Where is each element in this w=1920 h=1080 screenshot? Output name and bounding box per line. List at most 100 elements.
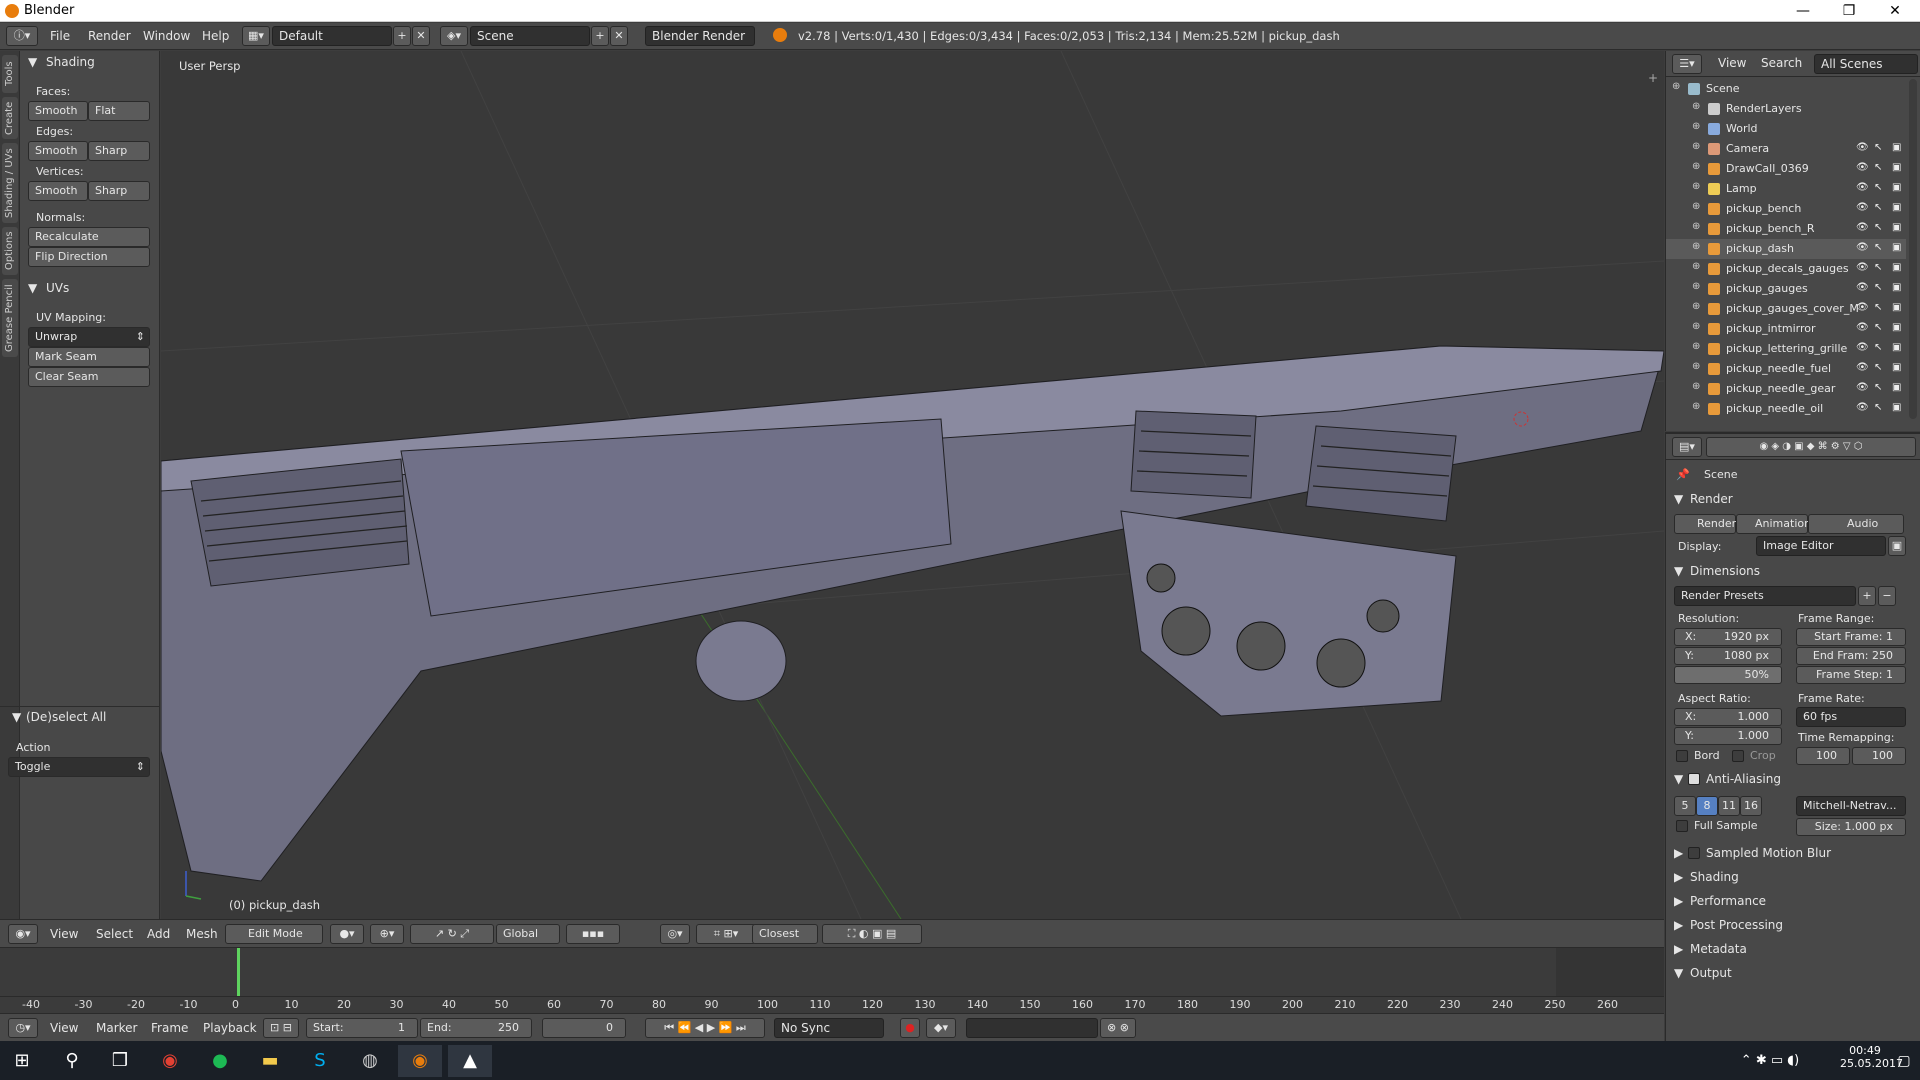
skype-icon[interactable]: S [298, 1045, 342, 1077]
notifications-icon[interactable]: ▢ [1888, 1045, 1920, 1077]
remap-new-field[interactable]: 100 [1852, 747, 1906, 765]
render-icon[interactable]: ▣ [1892, 242, 1901, 253]
animation-button[interactable]: Animation [1736, 514, 1811, 534]
remap-old-field[interactable]: 100 [1796, 747, 1850, 765]
context-tabs-icons[interactable]: ◉ ◈ ◑ ▣ ◆ ⌘ ⚙ ▽ ⬡ [1706, 437, 1916, 457]
expand-toggle-icon[interactable]: ⊕ [1692, 241, 1700, 252]
expand-toggle-icon[interactable]: ⊕ [1692, 221, 1700, 232]
screen-layout-icon[interactable]: ▦▾ [242, 26, 270, 46]
render-icon[interactable]: ▣ [1892, 382, 1901, 393]
render-icon[interactable]: ▣ [1892, 162, 1901, 173]
render-icon[interactable]: ▣ [1892, 142, 1901, 153]
add-layout-button[interactable]: + [393, 26, 411, 46]
outliner-row[interactable]: ⊕ pickup_needle_oil 👁 ↖ ▣ [1666, 399, 1906, 419]
cursor-icon[interactable]: ↖ [1874, 262, 1882, 273]
faces-smooth-button[interactable]: Smooth [28, 101, 88, 121]
audio-button[interactable]: Audio [1808, 514, 1904, 534]
post-processing-panel-title[interactable]: Post Processing [1690, 918, 1783, 932]
pivot-point-icon[interactable]: ⊕▾ [370, 924, 404, 944]
keying-set-icon[interactable]: ◆▾ [926, 1018, 956, 1038]
expand-toggle-icon[interactable]: ⊕ [1692, 101, 1700, 112]
vertices-smooth-button[interactable]: Smooth [28, 181, 88, 201]
cursor-icon[interactable]: ↖ [1874, 382, 1882, 393]
resolution-y-field[interactable]: Y: 1080 px [1674, 647, 1782, 665]
outliner-row[interactable]: ⊕ pickup_gauges_cover_M 👁 ↖ ▣ [1666, 299, 1906, 319]
aa-5-button[interactable]: 5 [1674, 796, 1696, 816]
eye-icon[interactable]: 👁 [1856, 302, 1869, 313]
frame-step-field[interactable]: Frame Step: 1 [1796, 666, 1906, 684]
dimensions-panel-arrow[interactable]: ▼ [1674, 564, 1683, 578]
expand-toggle-icon[interactable]: ⊕ [1692, 261, 1700, 272]
resolution-percent-field[interactable]: 50% [1674, 666, 1782, 684]
border-checkbox[interactable] [1676, 750, 1688, 762]
eye-icon[interactable]: 👁 [1856, 222, 1869, 233]
post-processing-panel-arrow[interactable]: ▶ [1674, 918, 1683, 932]
vertices-sharp-button[interactable]: Sharp [88, 181, 150, 201]
cursor-icon[interactable]: ↖ [1874, 362, 1882, 373]
minimize-button[interactable]: — [1780, 0, 1826, 22]
output-panel-title[interactable]: Output [1690, 966, 1732, 980]
current-frame-field[interactable]: 0 [542, 1018, 626, 1038]
shading-panel-title[interactable]: Shading [46, 55, 95, 69]
flip-direction-button[interactable]: Flip Direction [28, 247, 150, 267]
scene-field[interactable]: Scene [470, 26, 590, 46]
editor-type-3dview-button[interactable]: ◉▾ [8, 924, 38, 944]
remove-layout-button[interactable]: ✕ [412, 26, 430, 46]
resolution-x-field[interactable]: X: 1920 px [1674, 628, 1782, 646]
cursor-icon[interactable]: ↖ [1874, 302, 1882, 313]
expand-toggle-icon[interactable]: ⊕ [1692, 301, 1700, 312]
add-preset-button[interactable]: + [1858, 586, 1876, 606]
snap-target-select[interactable]: Closest [752, 924, 818, 944]
outliner-row[interactable]: ⊕ pickup_bench 👁 ↖ ▣ [1666, 199, 1906, 219]
eye-icon[interactable]: 👁 [1856, 382, 1869, 393]
viewport-shading-icon[interactable]: ●▾ [330, 924, 364, 944]
cursor-icon[interactable]: ↖ [1874, 222, 1882, 233]
motion-blur-panel-title[interactable]: Sampled Motion Blur [1706, 846, 1831, 860]
record-icon[interactable]: ● [900, 1018, 920, 1038]
menu-render[interactable]: Render [88, 29, 131, 43]
menu-marker[interactable]: Marker [96, 1021, 137, 1035]
remove-preset-button[interactable]: − [1878, 586, 1896, 606]
metadata-panel-title[interactable]: Metadata [1690, 942, 1747, 956]
steam-icon[interactable]: ◍ [348, 1045, 392, 1077]
crop-checkbox[interactable] [1732, 750, 1744, 762]
outliner-row[interactable]: ⊕ DrawCall_0369 👁 ↖ ▣ [1666, 159, 1906, 179]
render-presets-select[interactable]: Render Presets [1674, 586, 1856, 606]
recalculate-button[interactable]: Recalculate [28, 227, 150, 247]
frame-rate-select[interactable]: 60 fps [1796, 707, 1906, 727]
cursor-icon[interactable]: ↖ [1874, 342, 1882, 353]
expand-toggle-icon[interactable]: ⊕ [1672, 81, 1680, 92]
proportional-edit-icon[interactable]: ◎▾ [660, 924, 690, 944]
menu-search[interactable]: Search [1761, 56, 1802, 70]
outliner-row[interactable]: ⊕ pickup_dash 👁 ↖ ▣ [1666, 239, 1906, 259]
render-icon[interactable]: ▣ [1892, 282, 1901, 293]
tab-options[interactable]: Options [2, 227, 18, 275]
menu-view[interactable]: View [50, 1021, 78, 1035]
scene-icon[interactable]: ◈▾ [440, 26, 468, 46]
close-button[interactable]: ✕ [1872, 0, 1918, 22]
render-buttons-icons[interactable]: ⛶ ◐ ▣ ▤ [822, 924, 922, 944]
shading-panel-title[interactable]: Shading [1690, 870, 1739, 884]
outliner-row[interactable]: ⊕ pickup_lettering_grille 👁 ↖ ▣ [1666, 339, 1906, 359]
performance-panel-arrow[interactable]: ▶ [1674, 894, 1683, 908]
aa-11-button[interactable]: 11 [1718, 796, 1740, 816]
manipulator-icons[interactable]: ↗ ↻ ⤢ [410, 924, 494, 944]
photos-icon[interactable]: ▲ [448, 1045, 492, 1077]
keying-set-field[interactable] [966, 1018, 1098, 1038]
screen-layout-field[interactable]: Default [272, 26, 392, 46]
render-icon[interactable]: ▣ [1892, 202, 1901, 213]
eye-icon[interactable]: 👁 [1856, 142, 1869, 153]
outliner-row[interactable]: ⊕ pickup_decals_gauges 👁 ↖ ▣ [1666, 259, 1906, 279]
eye-icon[interactable]: 👁 [1856, 242, 1869, 253]
remove-scene-button[interactable]: ✕ [610, 26, 628, 46]
metadata-panel-arrow[interactable]: ▶ [1674, 942, 1683, 956]
aspect-x-field[interactable]: X: 1.000 [1674, 708, 1782, 726]
playback-controls[interactable]: ⏮ ⏪ ◀ ▶ ⏩ ⏭ [645, 1018, 765, 1038]
display-select[interactable]: Image Editor [1756, 536, 1886, 556]
preview-range-icons[interactable]: ⊡ ⊟ [263, 1018, 299, 1038]
outliner-row[interactable]: ⊕ RenderLayers [1666, 99, 1906, 119]
outliner-row[interactable]: ⊕ World [1666, 119, 1906, 139]
eye-icon[interactable]: 👁 [1856, 202, 1869, 213]
eye-icon[interactable]: 👁 [1856, 322, 1869, 333]
render-icon[interactable]: ▣ [1892, 222, 1901, 233]
